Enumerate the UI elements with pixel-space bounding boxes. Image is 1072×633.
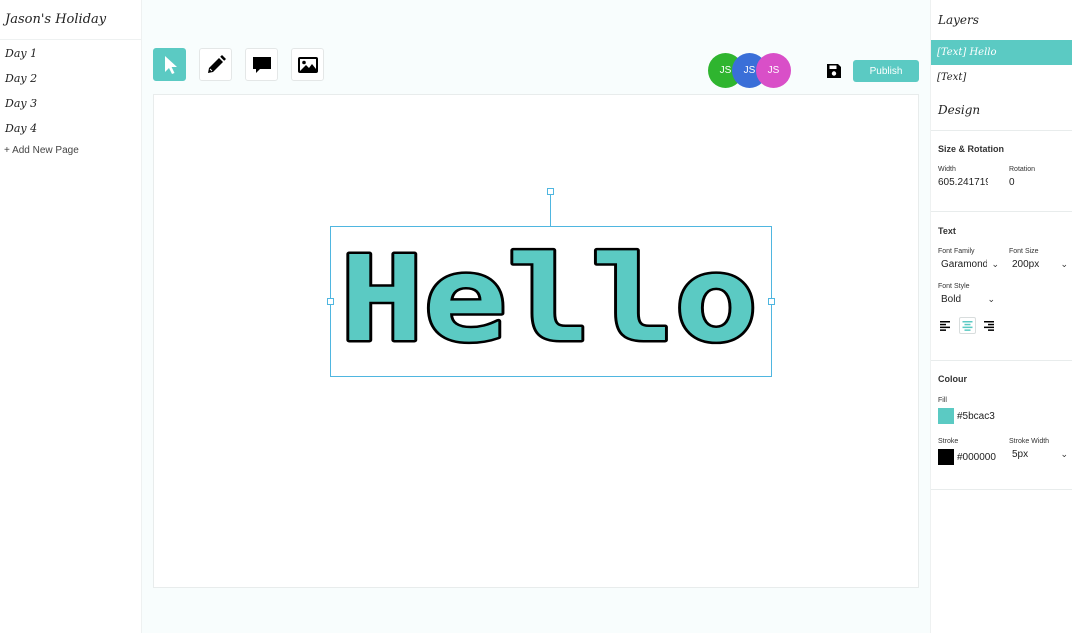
layer-item-text-hello[interactable]: [Text] Hello: [931, 40, 1072, 65]
align-left-button[interactable]: [937, 317, 954, 334]
rotation-label: Rotation: [1009, 166, 1036, 173]
collaborator-avatar-3[interactable]: JS: [756, 53, 791, 88]
stroke-width-value: 5px: [1012, 449, 1029, 460]
text-section-title: Text: [938, 226, 956, 236]
fill-color-value[interactable]: #5bcac3: [957, 411, 995, 422]
hello-text: Hello: [340, 230, 758, 368]
resize-handle-right[interactable]: [768, 298, 775, 305]
align-center-button[interactable]: [959, 317, 976, 334]
floppy-disk-icon: [826, 63, 841, 78]
page-list: Day 1 Day 2 Day 3 Day 4: [0, 41, 141, 141]
width-label: Width: [938, 166, 956, 173]
stroke-label: Stroke: [938, 438, 959, 445]
cursor-icon: [164, 55, 177, 74]
design-heading: Design: [938, 103, 981, 117]
stroke-width-select[interactable]: 5px ⌄: [1012, 449, 1068, 460]
align-right-button[interactable]: [980, 317, 997, 334]
comment-icon: [252, 56, 271, 73]
comment-tool-button[interactable]: [245, 48, 278, 81]
project-title: Jason's Holiday: [0, 0, 141, 40]
pencil-icon: [207, 54, 226, 73]
rotation-handle[interactable]: [547, 188, 554, 195]
font-size-value: 200px: [1012, 259, 1040, 270]
size-rotation-section: Size & Rotation Width 605.2417195 Rotati…: [931, 130, 1072, 211]
text-element-hello[interactable]: Hello: [327, 226, 775, 377]
layer-item-text[interactable]: [Text]: [931, 65, 1072, 90]
chevron-down-icon: ⌄: [1060, 259, 1068, 269]
stroke-color-swatch[interactable]: [938, 449, 954, 465]
draw-tool-button[interactable]: [199, 48, 232, 81]
select-tool-button[interactable]: [153, 48, 186, 81]
colour-section-title: Colour: [938, 374, 967, 384]
chevron-down-icon: ⌄: [1060, 449, 1068, 459]
editor-area: JS JS JS Publish Hello: [142, 0, 930, 633]
align-center-icon: [962, 320, 973, 331]
chevron-down-icon: ⌄: [991, 259, 999, 269]
font-family-label: Font Family: [938, 248, 975, 255]
stroke-color-value[interactable]: #000000: [957, 452, 996, 463]
pages-sidebar: Jason's Holiday Day 1 Day 2 Day 3 Day 4 …: [0, 0, 142, 633]
page-item-day-3[interactable]: Day 3: [0, 91, 141, 116]
stroke-width-label: Stroke Width: [1009, 438, 1050, 445]
rotation-line: [550, 194, 551, 227]
publish-button[interactable]: Publish: [853, 60, 919, 82]
font-family-select[interactable]: Garamond ⌄: [941, 259, 999, 270]
font-style-select[interactable]: Bold ⌄: [941, 294, 995, 305]
image-tool-button[interactable]: [291, 48, 324, 81]
rotation-input[interactable]: 0: [1009, 177, 1015, 188]
fill-label: Fill: [938, 397, 947, 404]
properties-panel: Layers [Text] Hello [Text] Design Size &…: [930, 0, 1072, 633]
page-item-day-4[interactable]: Day 4: [0, 116, 141, 141]
design-canvas[interactable]: Hello: [153, 94, 919, 588]
text-section: Text Font Family Garamond ⌄ Font Size 20…: [931, 211, 1072, 360]
add-page-button[interactable]: + Add New Page: [0, 145, 141, 156]
font-style-value: Bold: [941, 294, 962, 305]
align-left-icon: [940, 320, 950, 331]
colour-section: Colour Fill #5bcac3 Stroke #000000 Strok…: [931, 360, 1072, 490]
fill-color-swatch[interactable]: [938, 408, 954, 424]
font-style-label: Font Style: [938, 283, 970, 290]
font-size-label: Font Size: [1009, 248, 1039, 255]
font-size-select[interactable]: 200px ⌄: [1012, 259, 1068, 270]
resize-handle-left[interactable]: [327, 298, 334, 305]
page-item-day-1[interactable]: Day 1: [0, 41, 141, 66]
width-input[interactable]: 605.2417195: [938, 177, 988, 188]
layers-heading: Layers: [938, 13, 979, 27]
size-rotation-title: Size & Rotation: [938, 144, 1005, 154]
chevron-down-icon: ⌄: [987, 294, 995, 304]
hello-text-graphic: Hello: [338, 228, 761, 371]
image-icon: [297, 56, 318, 73]
save-button[interactable]: [824, 61, 843, 80]
font-family-value: Garamond: [941, 259, 987, 270]
align-right-icon: [984, 320, 994, 331]
page-item-day-2[interactable]: Day 2: [0, 66, 141, 91]
